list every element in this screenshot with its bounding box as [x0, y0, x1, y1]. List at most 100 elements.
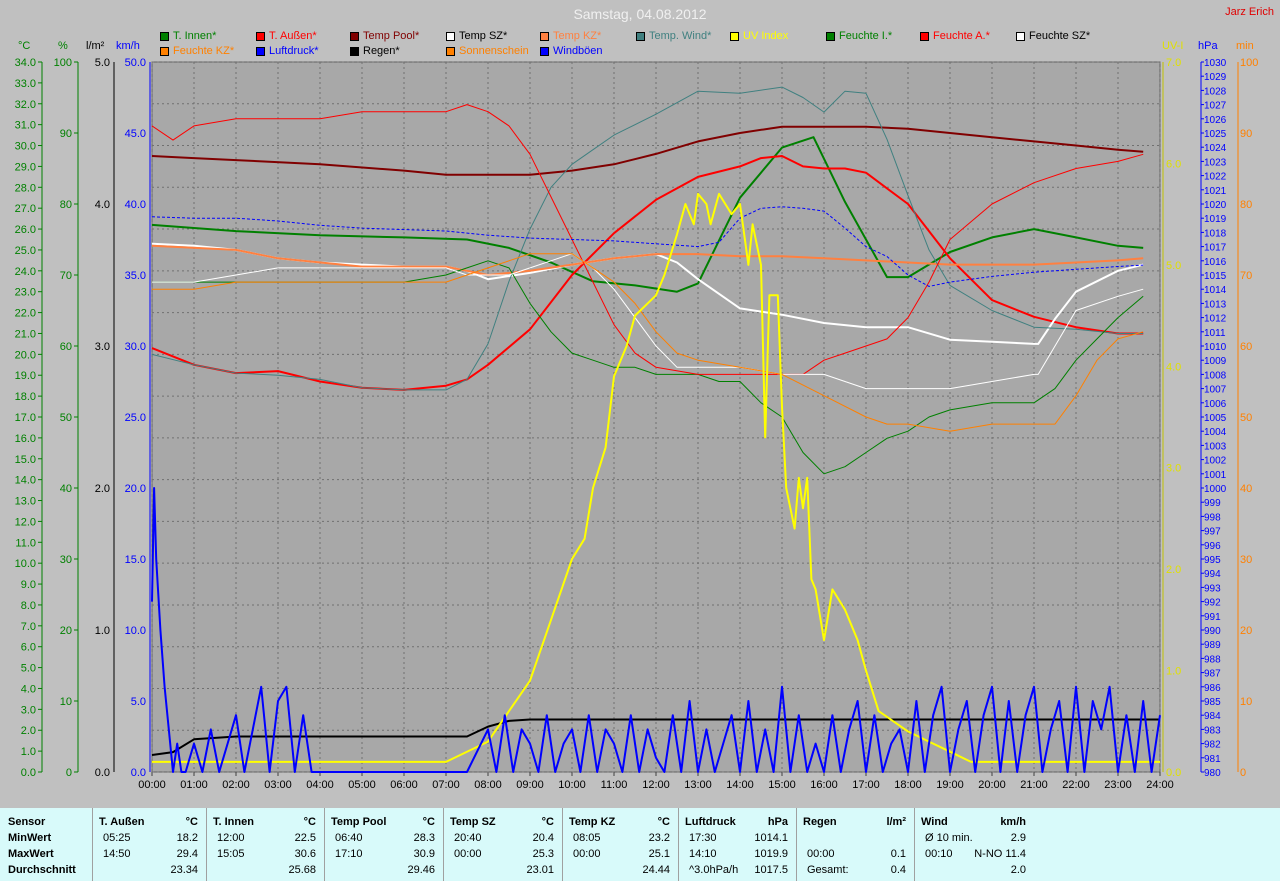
sunshine-tick-label: 30 [1240, 554, 1252, 566]
stats-cell-right: hPa [767, 816, 788, 828]
stats-row: 29.46 [325, 864, 443, 880]
pressure-tick-label: 1006 [1204, 399, 1227, 410]
uv-tick-label: 6.0 [1166, 158, 1181, 170]
humidity-tick-label: 90 [60, 128, 72, 140]
sunshine-tick-label: 70 [1240, 270, 1252, 282]
x-tick-label: 23:00 [1104, 779, 1132, 791]
stats-row: 2.0 [915, 864, 1034, 880]
sunshine-tick-label: 80 [1240, 199, 1252, 211]
x-tick-label: 00:00 [138, 779, 166, 791]
stats-cell-left: 14:10 [689, 848, 717, 860]
stats-cell-left: 15:05 [217, 848, 245, 860]
stats-cell-left: 00:00 [573, 848, 601, 860]
pressure-tick-label: 1026 [1204, 115, 1227, 126]
temp-tick-label: 22.0 [15, 308, 36, 320]
humidity-tick-label: 70 [60, 270, 72, 282]
temp-tick-label: 8.0 [21, 600, 36, 612]
stats-label-max: MaxWert [8, 848, 54, 860]
pressure-tick-label: 987 [1204, 669, 1221, 680]
x-tick-label: 09:00 [516, 779, 544, 791]
stats-cell-right: km/h [1000, 816, 1026, 828]
x-tick-label: 08:00 [474, 779, 502, 791]
stats-cell-left: 08:05 [573, 832, 601, 844]
x-tick-label: 01:00 [180, 779, 208, 791]
x-tick-label: 24:00 [1146, 779, 1174, 791]
stats-block: T. Innen °C 12:00 22.5 15:05 30.6 25.68 [206, 808, 324, 881]
stats-block: Temp SZ °C 20:40 20.4 00:00 25.3 23.01 [443, 808, 562, 881]
rain-tick-label: 2.0 [95, 483, 110, 495]
sunshine-tick-label: 0 [1240, 767, 1246, 779]
pressure-tick-label: 1001 [1204, 470, 1227, 481]
stats-block: Luftdruck hPa 17:30 1014.1 14:10 1019.9 ^3.0hP… [678, 808, 796, 881]
humidity-tick-label: 60 [60, 341, 72, 353]
stats-cell-right: °C [303, 816, 316, 828]
pressure-tick-label: 1022 [1204, 172, 1227, 183]
stats-cell-right: 29.4 [176, 848, 198, 860]
stats-cell-right: °C [422, 816, 435, 828]
pressure-tick-label: 982 [1204, 740, 1221, 751]
temp-tick-label: 30.0 [15, 141, 36, 153]
x-tick-label: 13:00 [684, 779, 712, 791]
humidity-tick-label: 40 [60, 483, 72, 495]
pressure-tick-label: 985 [1204, 697, 1221, 708]
pressure-tick-label: 989 [1204, 640, 1221, 651]
temp-tick-label: 21.0 [15, 328, 36, 340]
pressure-tick-label: 1004 [1204, 427, 1227, 438]
stats-row: Temp Pool °C [325, 816, 443, 832]
uv-tick-label: 3.0 [1166, 463, 1181, 475]
stats-cell-right: 0.4 [890, 864, 906, 876]
pressure-tick-label: 990 [1204, 626, 1221, 637]
humidity-tick-label: 100 [54, 57, 72, 69]
x-tick-label: 12:00 [642, 779, 670, 791]
pressure-tick-label: 1023 [1204, 157, 1227, 168]
pressure-tick-label: 983 [1204, 725, 1221, 736]
x-tick-label: 02:00 [222, 779, 250, 791]
x-tick-label: 17:00 [852, 779, 880, 791]
pressure-tick-label: 1017 [1204, 243, 1227, 254]
temp-tick-label: 4.0 [21, 683, 36, 695]
temp-tick-label: 25.0 [15, 245, 36, 257]
stats-row: Temp SZ °C [444, 816, 562, 832]
temp-tick-label: 27.0 [15, 203, 36, 215]
pressure-tick-label: 1030 [1204, 58, 1227, 69]
pressure-tick-label: 1003 [1204, 441, 1227, 452]
stats-cell-left: Regen [803, 816, 837, 828]
pressure-tick-label: 993 [1204, 583, 1221, 594]
stats-row: 24.44 [563, 864, 678, 880]
stats-cell-right: 28.3 [413, 832, 435, 844]
stats-cell-right: 22.5 [294, 832, 316, 844]
pressure-tick-label: 1016 [1204, 257, 1227, 268]
sunshine-tick-label: 100 [1240, 57, 1258, 69]
humidity-tick-label: 50 [60, 412, 72, 424]
stats-row: 17:10 30.9 [325, 848, 443, 864]
stats-cell-left: Temp Pool [331, 816, 387, 828]
stats-cell-left: 05:25 [103, 832, 131, 844]
pressure-tick-label: 1000 [1204, 484, 1227, 495]
stats-cell-left: Ø 10 min. [925, 832, 973, 844]
pressure-tick-label: 1008 [1204, 370, 1227, 381]
wind-tick-label: 40.0 [125, 199, 146, 211]
x-tick-label: 20:00 [978, 779, 1006, 791]
stats-row: T. Außen °C [93, 816, 206, 832]
sunshine-tick-label: 50 [1240, 412, 1252, 424]
stats-cell-right: 20.4 [532, 832, 554, 844]
stats-row: 05:25 18.2 [93, 832, 206, 848]
pressure-tick-label: 997 [1204, 527, 1221, 538]
pressure-tick-label: 995 [1204, 555, 1221, 566]
temp-tick-label: 24.0 [15, 266, 36, 278]
temp-tick-label: 29.0 [15, 161, 36, 173]
x-tick-label: 16:00 [810, 779, 838, 791]
pressure-tick-label: 988 [1204, 654, 1221, 665]
stats-panel: Sensor MinWert MaxWert Durchschnitt T. A… [0, 808, 1280, 881]
stats-row: 00:00 25.3 [444, 848, 562, 864]
stats-block: Temp Pool °C 06:40 28.3 17:10 30.9 29.46 [324, 808, 443, 881]
stats-labels: Sensor MinWert MaxWert Durchschnitt [0, 808, 92, 881]
stats-row: 00:00 25.1 [563, 848, 678, 864]
x-tick-label: 14:00 [726, 779, 754, 791]
wind-tick-label: 25.0 [125, 412, 146, 424]
uv-tick-label: 7.0 [1166, 57, 1181, 69]
x-tick-label: 07:00 [432, 779, 460, 791]
temp-tick-label: 33.0 [15, 78, 36, 90]
stats-row: 00:00 0.1 [797, 848, 914, 864]
temp-tick-label: 23.0 [15, 287, 36, 299]
